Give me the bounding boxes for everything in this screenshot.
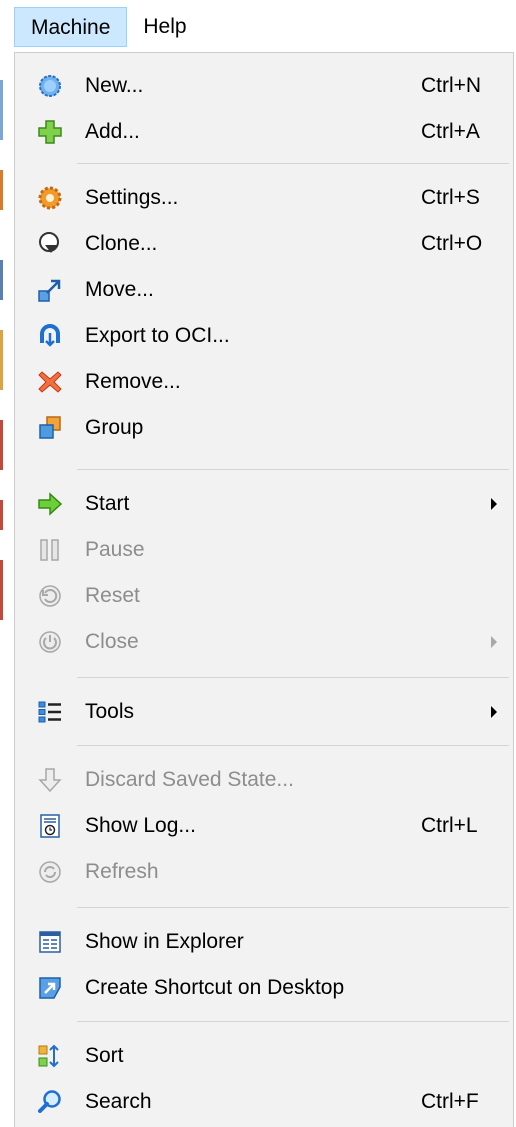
remove-x-icon <box>37 369 63 395</box>
refresh-icon <box>37 859 63 885</box>
menu-item-clone[interactable]: Clone... Ctrl+O <box>15 221 513 267</box>
menu-separator <box>77 469 509 470</box>
clone-sheep-icon <box>37 231 63 257</box>
menu-item-refresh: Refresh <box>15 849 513 895</box>
menubar-machine[interactable]: Machine <box>14 7 128 47</box>
menu-item-label: Move... <box>85 278 154 301</box>
search-icon <box>37 1089 63 1115</box>
menu-item-search[interactable]: Search Ctrl+F <box>15 1079 513 1125</box>
menu-item-sort[interactable]: Sort <box>15 1033 513 1079</box>
menu-separator <box>77 677 509 678</box>
menu-item-create-shortcut[interactable]: Create Shortcut on Desktop <box>15 965 513 1011</box>
menu-item-shortcut: Ctrl+L <box>421 814 478 837</box>
start-arrow-icon <box>37 491 63 517</box>
menu-separator <box>77 907 509 908</box>
menu-item-remove[interactable]: Remove... <box>15 359 513 405</box>
menu-item-shortcut: Ctrl+F <box>421 1090 479 1113</box>
tools-list-icon <box>37 699 63 725</box>
menu-item-group[interactable]: Group <box>15 405 513 451</box>
menu-item-add[interactable]: Add... Ctrl+A <box>15 109 513 155</box>
menu-item-label: Pause <box>85 538 145 561</box>
menu-item-label: Close <box>85 630 139 653</box>
menu-item-tools[interactable]: Tools <box>15 689 513 735</box>
menu-item-label: Export to OCI... <box>85 324 230 347</box>
shortcut-arrow-icon <box>37 975 63 1001</box>
menu-item-settings[interactable]: Settings... Ctrl+S <box>15 175 513 221</box>
menu-item-start[interactable]: Start <box>15 481 513 527</box>
menu-separator <box>77 1021 509 1022</box>
menu-item-export-oci[interactable]: Export to OCI... <box>15 313 513 359</box>
menu-item-move[interactable]: Move... <box>15 267 513 313</box>
menu-item-shortcut: Ctrl+A <box>421 120 480 143</box>
menu-item-pause: Pause <box>15 527 513 573</box>
submenu-arrow-icon <box>491 498 497 510</box>
submenu-arrow-icon <box>491 636 497 648</box>
menu-item-new[interactable]: New... Ctrl+N <box>15 63 513 109</box>
new-machine-icon <box>37 73 63 99</box>
menu-item-label: Tools <box>85 700 135 723</box>
discard-arrow-down-icon <box>37 767 63 793</box>
menu-item-reset: Reset <box>15 573 513 619</box>
menu-item-label: Reset <box>85 584 140 607</box>
menu-item-label: Show in Explorer <box>85 930 244 953</box>
menu-item-label: Group <box>85 416 144 439</box>
log-document-icon <box>37 813 63 839</box>
menu-item-label: Create Shortcut on Desktop <box>85 976 345 999</box>
menu-item-label: Add... <box>85 120 140 143</box>
export-cloud-icon <box>37 323 63 349</box>
menu-item-shortcut: Ctrl+O <box>421 232 483 255</box>
menu-item-shortcut: Ctrl+S <box>421 186 480 209</box>
menu-separator <box>77 745 509 746</box>
menu-item-close: Close <box>15 619 513 665</box>
menu-bar: Machine Help <box>14 0 516 52</box>
group-boxes-icon <box>37 415 63 441</box>
sort-icon <box>37 1043 63 1069</box>
menu-item-label: Remove... <box>85 370 181 393</box>
menu-item-label: New... <box>85 74 144 97</box>
add-plus-icon <box>37 119 63 145</box>
menu-separator <box>77 163 509 164</box>
menu-item-label: Search <box>85 1090 152 1113</box>
pause-icon <box>37 537 63 563</box>
menu-item-label: Discard Saved State... <box>85 768 294 791</box>
menu-item-label: Settings... <box>85 186 179 209</box>
menu-item-label: Show Log... <box>85 814 196 837</box>
submenu-arrow-icon <box>491 706 497 718</box>
reset-icon <box>37 583 63 609</box>
move-arrow-icon <box>37 277 63 303</box>
machine-menu-dropdown: New... Ctrl+N Add... Ctrl+A Settings... … <box>14 52 514 1127</box>
power-icon <box>37 629 63 655</box>
menu-item-show-log[interactable]: Show Log... Ctrl+L <box>15 803 513 849</box>
menu-item-label: Start <box>85 492 130 515</box>
menu-item-shortcut: Ctrl+N <box>421 74 482 97</box>
menu-item-label: Sort <box>85 1044 124 1067</box>
background-window-edge <box>0 0 14 1127</box>
settings-gear-icon <box>37 185 63 211</box>
menu-item-discard-saved-state: Discard Saved State... <box>15 757 513 803</box>
explorer-window-icon <box>37 929 63 955</box>
menu-item-label: Clone... <box>85 232 158 255</box>
menubar-help[interactable]: Help <box>127 7 202 47</box>
menu-item-label: Refresh <box>85 860 159 883</box>
menu-item-show-in-explorer[interactable]: Show in Explorer <box>15 919 513 965</box>
